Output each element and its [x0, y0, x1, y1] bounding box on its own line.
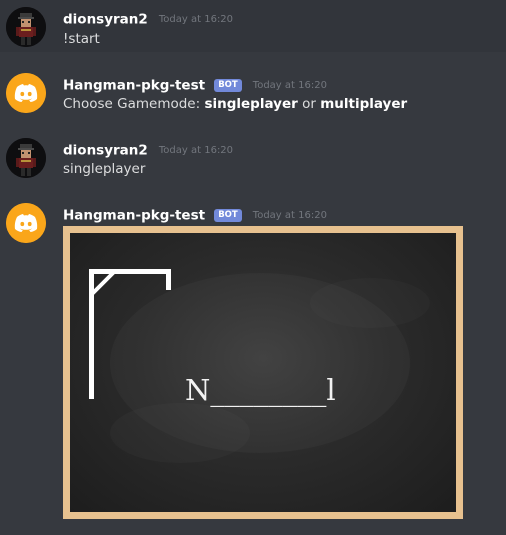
chalkboard: N________l	[70, 233, 456, 512]
message-header: dionsyran2 Today at 16:20	[63, 140, 234, 159]
message-1: dionsyran2 Today at 16:20 !start	[0, 0, 506, 52]
pixel-character-icon	[6, 138, 46, 178]
username[interactable]: dionsyran2	[63, 143, 148, 159]
username[interactable]: Hangman-pkg-test	[63, 208, 205, 224]
option-multiplayer: multiplayer	[320, 96, 408, 112]
timestamp: Today at 16:20	[252, 80, 327, 91]
message-3: dionsyran2 Today at 16:20 singleplayer	[0, 131, 506, 183]
message-header: dionsyran2 Today at 16:20	[63, 9, 234, 28]
bot-avatar[interactable]	[6, 73, 46, 113]
username[interactable]: dionsyran2	[63, 12, 148, 28]
timestamp: Today at 16:20	[252, 210, 327, 221]
message-text: singleplayer	[63, 161, 146, 177]
option-singleplayer: singleplayer	[204, 96, 298, 112]
timestamp: Today at 16:20	[158, 14, 234, 25]
text-prefix: Choose Gamemode:	[63, 96, 205, 112]
bot-avatar[interactable]	[6, 203, 46, 243]
pixel-character-icon	[6, 7, 46, 47]
username[interactable]: Hangman-pkg-test	[63, 78, 205, 94]
bot-tag: BOT	[214, 79, 242, 92]
hangman-board-image[interactable]: N________l	[63, 226, 463, 519]
user-avatar[interactable]	[6, 138, 46, 178]
discord-logo-icon	[6, 73, 46, 113]
timestamp: Today at 16:20	[158, 145, 234, 156]
text-middle: or	[297, 96, 321, 112]
bot-tag: BOT	[214, 209, 242, 222]
message-text: Choose Gamemode: singleplayer or multipl…	[63, 96, 407, 112]
chat-messages: dionsyran2 Today at 16:20 !start Hangman…	[0, 0, 506, 535]
message-2: Hangman-pkg-test BOT Today at 16:20 Choo…	[0, 66, 506, 120]
user-avatar[interactable]	[6, 7, 46, 47]
discord-logo-icon	[6, 203, 46, 243]
hangman-word: N________l	[185, 373, 336, 407]
message-header: Hangman-pkg-test BOT Today at 16:20	[63, 75, 327, 94]
message-text: !start	[63, 31, 100, 47]
message-header: Hangman-pkg-test BOT Today at 16:20	[63, 205, 327, 224]
